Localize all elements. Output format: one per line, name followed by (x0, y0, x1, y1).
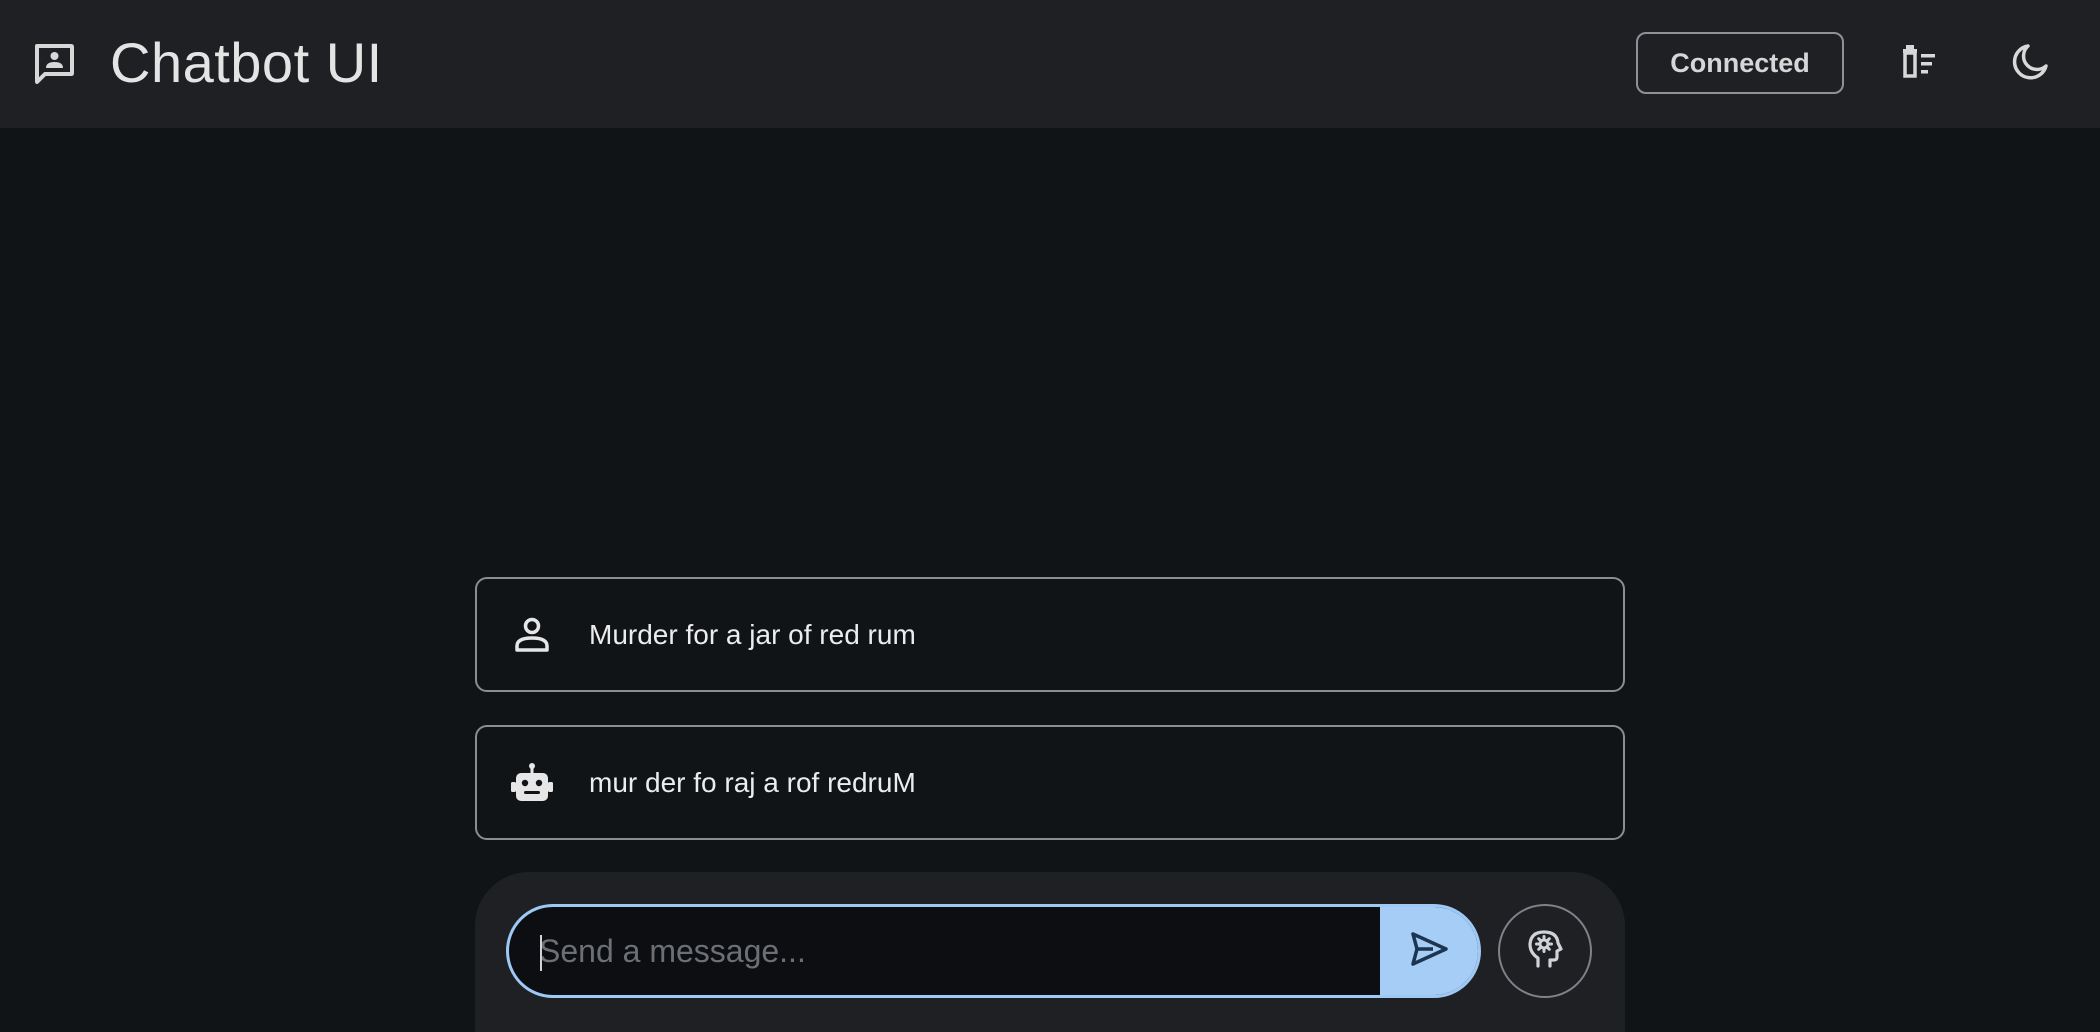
send-icon (1409, 929, 1449, 974)
moon-icon (2008, 40, 2052, 89)
theme-toggle-button[interactable] (1995, 29, 2065, 99)
message-text: Murder for a jar of red rum (589, 619, 916, 650)
person-icon (510, 613, 554, 657)
clear-history-icon (1897, 40, 1941, 89)
message-user: Murder for a jar of red rum (475, 577, 1625, 692)
message-input-container (506, 904, 1481, 998)
message-composer (475, 872, 1625, 1032)
chat-bubble-person-icon (32, 42, 76, 86)
send-button[interactable] (1380, 907, 1478, 995)
app-header: Chatbot UI Connected (0, 0, 2100, 128)
text-caret (540, 935, 542, 971)
connection-status-button[interactable]: Connected (1636, 32, 1844, 94)
clear-history-button[interactable] (1884, 29, 1954, 99)
message-input[interactable] (509, 907, 1379, 995)
message-text: mur der fo raj a rof redruM (589, 767, 916, 798)
persona-settings-button[interactable] (1498, 904, 1592, 998)
app-title: Chatbot UI (110, 31, 383, 94)
robot-icon (510, 761, 554, 805)
message-list: Murder for a jar of red rum mur der fo r… (475, 577, 1625, 873)
psychology-head-icon (1523, 927, 1567, 976)
message-bot: mur der fo raj a rof redruM (475, 725, 1625, 840)
